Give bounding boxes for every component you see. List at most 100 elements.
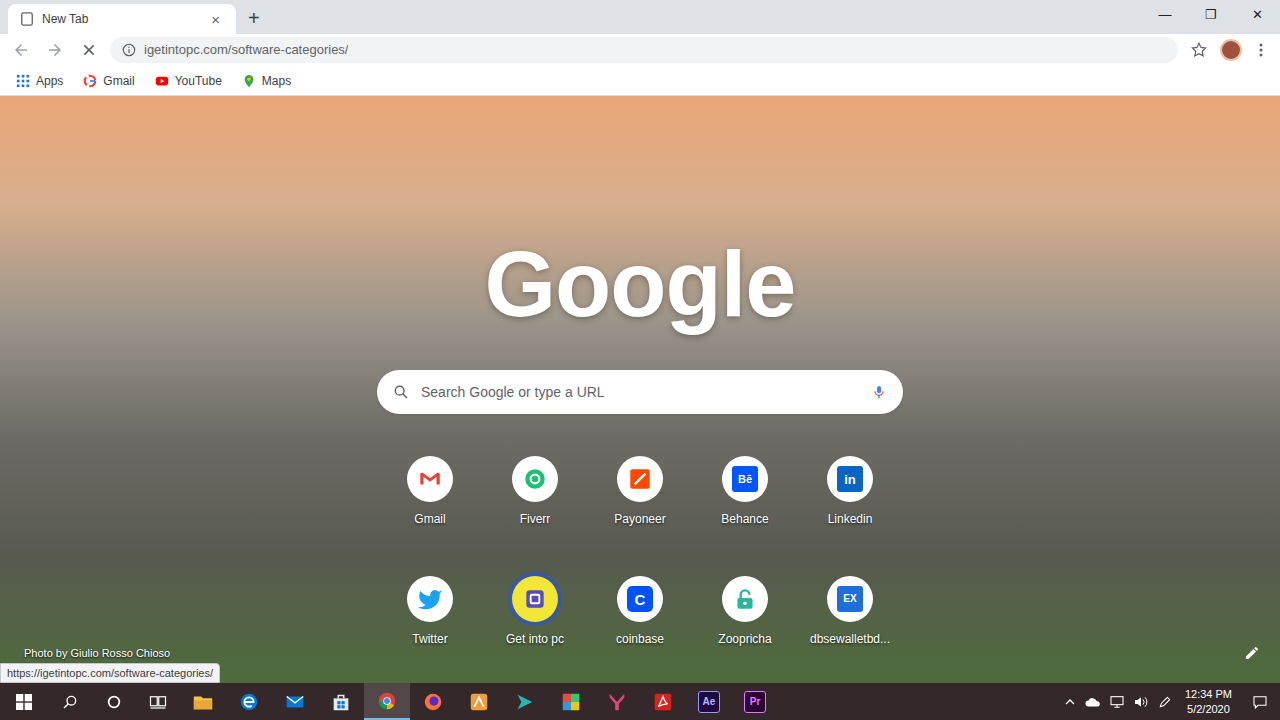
lock-icon bbox=[732, 586, 758, 612]
tab-strip: New Tab× + —❐✕ bbox=[0, 0, 1280, 34]
youtube-icon bbox=[155, 74, 169, 88]
windows-start-icon[interactable] bbox=[0, 683, 48, 720]
clock[interactable]: 12:34 PM5/2/2020 bbox=[1177, 687, 1240, 717]
close-button[interactable]: ✕ bbox=[1234, 0, 1280, 30]
icon-glyph: C bbox=[635, 592, 646, 607]
shortcut-circle bbox=[407, 456, 453, 502]
taskbar-app[interactable] bbox=[272, 683, 318, 720]
tray-chevron-icon[interactable] bbox=[1059, 683, 1081, 720]
taskbar-app[interactable]: Pr bbox=[732, 683, 778, 720]
bookmark-item[interactable]: Maps bbox=[234, 69, 299, 93]
shortcut-tile[interactable]: Gmail bbox=[378, 456, 483, 576]
forward-icon bbox=[42, 37, 68, 63]
taskbar-app[interactable] bbox=[640, 683, 686, 720]
taskbar-app[interactable] bbox=[364, 683, 410, 720]
search-box[interactable] bbox=[377, 370, 903, 414]
yapp-icon bbox=[606, 691, 628, 713]
shortcut-label: Twitter bbox=[412, 630, 447, 648]
attribution-text: Photo by Giulio Rosso Chioso bbox=[24, 645, 170, 662]
search-input[interactable] bbox=[421, 382, 859, 403]
new-tab-button[interactable]: + bbox=[244, 8, 264, 28]
explorer-icon bbox=[192, 691, 214, 713]
search-icon[interactable] bbox=[48, 683, 92, 720]
bookmark-item[interactable]: Gmail bbox=[75, 69, 142, 93]
taskbar-app[interactable] bbox=[318, 683, 364, 720]
shortcut-tile[interactable]: BēBehance bbox=[693, 456, 798, 576]
shortcut-label: coinbase bbox=[616, 630, 664, 648]
address-bar[interactable]: igetintopc.com/software-categories/ bbox=[110, 37, 1178, 63]
notification-icon[interactable] bbox=[1240, 683, 1280, 720]
shortcut-label: Linkedin bbox=[828, 510, 873, 528]
shortcut-tile[interactable]: EXdbsewalletbd... bbox=[798, 576, 903, 683]
pen-icon[interactable] bbox=[1153, 683, 1177, 720]
toolbar: igetintopc.com/software-categories/ bbox=[0, 34, 1280, 66]
browser-tab[interactable]: New Tab× bbox=[8, 4, 236, 34]
bookmark-item[interactable]: Apps bbox=[8, 69, 71, 93]
bookmarks-bar: Apps Gmail YouTube Maps bbox=[0, 66, 1280, 96]
shortcut-tile[interactable]: Ccoinbase bbox=[588, 576, 693, 683]
clock-time: 12:34 PM bbox=[1185, 687, 1232, 702]
taskbar-app[interactable] bbox=[226, 683, 272, 720]
taskbar-app[interactable] bbox=[594, 683, 640, 720]
mail-icon bbox=[284, 691, 306, 713]
bookmark-item[interactable]: YouTube bbox=[147, 69, 230, 93]
shortcut-label: Get into pc bbox=[506, 630, 564, 648]
shortcut-tile[interactable]: Get into pc bbox=[483, 576, 588, 683]
volume-icon[interactable] bbox=[1129, 683, 1153, 720]
restore-button[interactable]: ❐ bbox=[1188, 0, 1234, 30]
coinbase-icon: C bbox=[627, 586, 653, 612]
profile-avatar-icon[interactable] bbox=[1220, 39, 1242, 61]
back-icon bbox=[8, 37, 34, 63]
gmail-icon bbox=[417, 466, 443, 492]
taskbar-app[interactable] bbox=[180, 683, 226, 720]
taskbar-app[interactable] bbox=[410, 683, 456, 720]
shortcut-circle bbox=[407, 576, 453, 622]
shortcut-circle: EX bbox=[827, 576, 873, 622]
shortcut-label: Fiverr bbox=[520, 510, 551, 528]
bookmark-label: Gmail bbox=[103, 72, 134, 90]
microphone-icon bbox=[871, 384, 887, 400]
window-controls: —❐✕ bbox=[1142, 0, 1280, 34]
google-icon bbox=[83, 74, 97, 88]
shortcut-tile[interactable]: Zoopricha bbox=[693, 576, 798, 683]
taskbar-app[interactable] bbox=[456, 683, 502, 720]
taskbar-app[interactable] bbox=[548, 683, 594, 720]
shortcut-circle bbox=[512, 456, 558, 502]
store-icon bbox=[330, 691, 352, 713]
shortcut-tile[interactable]: Twitter bbox=[378, 576, 483, 683]
shortcut-label: Payoneer bbox=[614, 510, 665, 528]
shortcut-circle: Bē bbox=[722, 456, 768, 502]
shortcuts-grid: Gmail Fiverr Payoneer BēBehance in Linkedin Tw… bbox=[378, 456, 903, 683]
url-text: igetintopc.com/software-categories/ bbox=[144, 40, 348, 60]
getintopc-icon bbox=[522, 586, 548, 612]
network-icon[interactable] bbox=[1105, 683, 1129, 720]
minimize-button[interactable]: — bbox=[1142, 0, 1188, 30]
shortcut-circle bbox=[722, 576, 768, 622]
status-bubble: https://igetintopc.com/software-categori… bbox=[0, 663, 220, 684]
taskbar-app[interactable]: Ae bbox=[686, 683, 732, 720]
tab-close-button[interactable]: × bbox=[207, 12, 224, 27]
new-tab-page: GoogleGmailFiverrPayoneerBēBehanceinLink… bbox=[0, 96, 1280, 683]
cortana-icon[interactable] bbox=[92, 683, 136, 720]
vector-icon bbox=[468, 691, 490, 713]
twitter-icon bbox=[417, 586, 443, 612]
onedrive-icon[interactable] bbox=[1081, 683, 1105, 720]
apps-icon bbox=[16, 74, 30, 88]
page-icon bbox=[20, 12, 34, 26]
stop-icon[interactable] bbox=[76, 37, 102, 63]
task-view-icon[interactable] bbox=[136, 683, 180, 720]
edge-icon bbox=[238, 691, 260, 713]
shortcut-tile[interactable]: in Linkedin bbox=[798, 456, 903, 576]
photo-attribution[interactable]: Photo by Giulio Rosso Chioso bbox=[24, 645, 170, 662]
star-icon bbox=[1186, 37, 1212, 63]
search-icon bbox=[393, 384, 409, 400]
taskbar-app[interactable] bbox=[502, 683, 548, 720]
shortcut-tile[interactable]: Payoneer bbox=[588, 456, 693, 576]
shortcut-label: Zoopricha bbox=[718, 630, 771, 648]
shortcut-circle: in bbox=[827, 456, 873, 502]
chrome-icon bbox=[376, 690, 398, 712]
icon-glyph: Ae bbox=[703, 697, 716, 707]
ex-icon: EX bbox=[837, 586, 863, 612]
bookmark-label: Maps bbox=[262, 72, 291, 90]
shortcut-tile[interactable]: Fiverr bbox=[483, 456, 588, 576]
